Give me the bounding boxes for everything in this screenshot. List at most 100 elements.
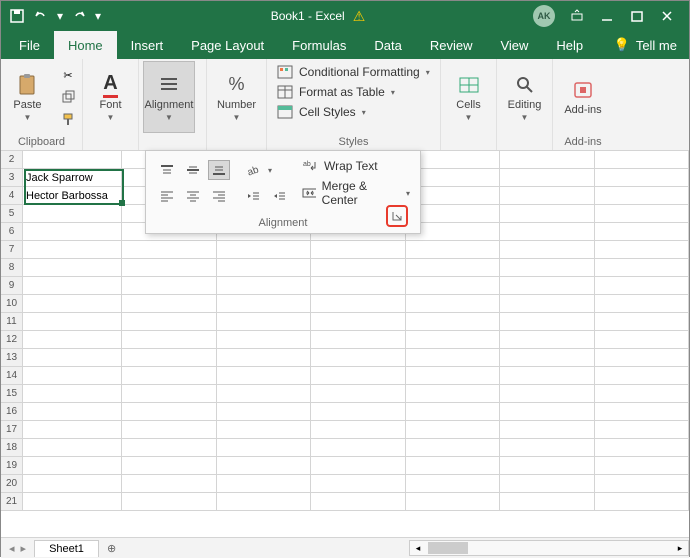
cell[interactable] xyxy=(595,205,689,223)
cell[interactable] xyxy=(122,313,216,331)
tab-help[interactable]: Help xyxy=(542,31,597,59)
cell[interactable] xyxy=(500,169,594,187)
cell[interactable] xyxy=(311,493,405,511)
cell[interactable] xyxy=(406,493,500,511)
cell[interactable] xyxy=(217,259,311,277)
cell[interactable] xyxy=(500,493,594,511)
cell[interactable] xyxy=(217,403,311,421)
cell[interactable] xyxy=(406,403,500,421)
cell[interactable] xyxy=(311,475,405,493)
align-right-icon[interactable] xyxy=(208,186,230,206)
cell[interactable] xyxy=(311,439,405,457)
cell[interactable] xyxy=(122,331,216,349)
align-middle-icon[interactable] xyxy=(182,160,204,180)
cell[interactable] xyxy=(406,331,500,349)
cell[interactable] xyxy=(23,421,122,439)
cell[interactable] xyxy=(122,403,216,421)
cell[interactable] xyxy=(406,259,500,277)
row-header[interactable]: 6 xyxy=(1,223,23,241)
tab-formulas[interactable]: Formulas xyxy=(278,31,360,59)
avatar[interactable]: AK xyxy=(533,5,555,27)
cell[interactable] xyxy=(217,385,311,403)
cell[interactable] xyxy=(217,349,311,367)
cell[interactable] xyxy=(217,295,311,313)
wrap-text-button[interactable]: ab Wrap Text xyxy=(302,159,410,173)
cell[interactable] xyxy=(311,313,405,331)
align-left-icon[interactable] xyxy=(156,186,178,206)
cell[interactable] xyxy=(122,457,216,475)
cell[interactable] xyxy=(406,313,500,331)
horizontal-scrollbar[interactable]: ◂ ▸ xyxy=(409,540,689,556)
cell[interactable] xyxy=(311,349,405,367)
cell[interactable] xyxy=(122,493,216,511)
cell[interactable] xyxy=(217,331,311,349)
cell[interactable] xyxy=(23,475,122,493)
cell[interactable] xyxy=(122,439,216,457)
row-header[interactable]: 17 xyxy=(1,421,23,439)
cell[interactable] xyxy=(217,421,311,439)
chevron-down-icon[interactable]: ▾ xyxy=(268,166,272,175)
row-header[interactable]: 9 xyxy=(1,277,23,295)
row-header[interactable]: 15 xyxy=(1,385,23,403)
cell[interactable] xyxy=(217,313,311,331)
cell[interactable] xyxy=(595,439,689,457)
cell[interactable] xyxy=(500,331,594,349)
minimize-icon[interactable] xyxy=(593,2,621,30)
cell[interactable] xyxy=(23,385,122,403)
cells-button[interactable]: Cells ▼ xyxy=(445,61,492,133)
cell[interactable] xyxy=(406,367,500,385)
cell[interactable] xyxy=(122,385,216,403)
cell[interactable] xyxy=(311,295,405,313)
cell[interactable] xyxy=(23,403,122,421)
cell[interactable] xyxy=(311,331,405,349)
maximize-icon[interactable] xyxy=(623,2,651,30)
save-icon[interactable] xyxy=(7,6,27,26)
cell[interactable] xyxy=(23,205,122,223)
cell[interactable] xyxy=(217,493,311,511)
cell[interactable] xyxy=(217,457,311,475)
cell[interactable] xyxy=(595,241,689,259)
row-header[interactable]: 21 xyxy=(1,493,23,511)
conditional-formatting-button[interactable]: Conditional Formatting ▾ xyxy=(271,63,436,81)
cell[interactable] xyxy=(311,367,405,385)
cell[interactable] xyxy=(500,241,594,259)
cell[interactable] xyxy=(23,331,122,349)
format-as-table-button[interactable]: Format as Table ▾ xyxy=(271,83,436,101)
cell[interactable] xyxy=(595,151,689,169)
cell[interactable] xyxy=(23,349,122,367)
row-header[interactable]: 20 xyxy=(1,475,23,493)
scroll-left-icon[interactable]: ◂ xyxy=(410,541,426,555)
cell[interactable] xyxy=(122,367,216,385)
cell[interactable] xyxy=(311,457,405,475)
merge-center-button[interactable]: Merge & Center ▾ xyxy=(302,179,410,207)
cell[interactable] xyxy=(595,295,689,313)
cell[interactable] xyxy=(500,151,594,169)
cell[interactable] xyxy=(595,385,689,403)
row-header[interactable]: 14 xyxy=(1,367,23,385)
cell[interactable] xyxy=(595,349,689,367)
ribbon-options-icon[interactable] xyxy=(563,2,591,30)
format-painter-icon[interactable] xyxy=(58,109,78,129)
cell[interactable] xyxy=(500,457,594,475)
cell[interactable] xyxy=(23,313,122,331)
cell[interactable] xyxy=(23,277,122,295)
add-sheet-icon[interactable]: ⊕ xyxy=(99,542,124,555)
tab-insert[interactable]: Insert xyxy=(117,31,178,59)
cell[interactable] xyxy=(500,205,594,223)
cell[interactable] xyxy=(406,277,500,295)
addins-button[interactable]: Add-ins xyxy=(557,61,609,133)
align-center-icon[interactable] xyxy=(182,186,204,206)
align-bottom-icon[interactable] xyxy=(208,160,230,180)
cell[interactable] xyxy=(500,475,594,493)
row-header[interactable]: 19 xyxy=(1,457,23,475)
row-header[interactable]: 11 xyxy=(1,313,23,331)
row-header[interactable]: 10 xyxy=(1,295,23,313)
cell[interactable] xyxy=(500,421,594,439)
font-button[interactable]: A Font ▼ xyxy=(87,61,134,133)
tab-view[interactable]: View xyxy=(486,31,542,59)
cell[interactable] xyxy=(122,475,216,493)
cell[interactable] xyxy=(500,403,594,421)
cell[interactable] xyxy=(595,403,689,421)
cell[interactable] xyxy=(595,421,689,439)
cell[interactable] xyxy=(500,295,594,313)
